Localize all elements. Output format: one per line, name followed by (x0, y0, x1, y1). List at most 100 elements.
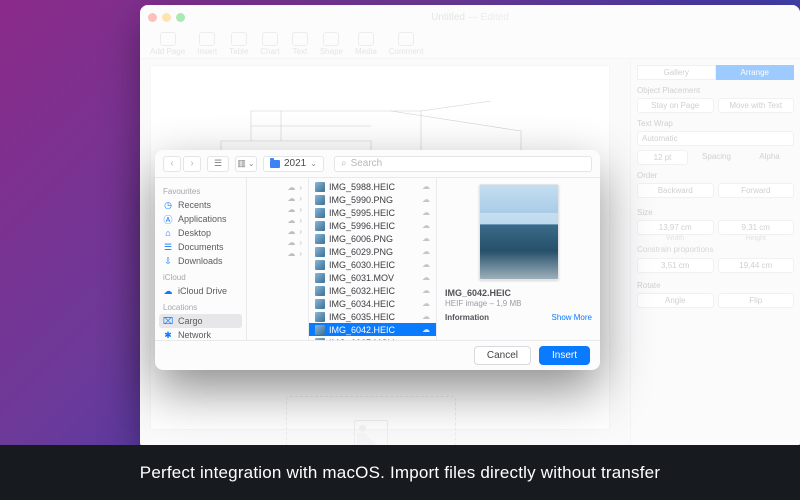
move-with-text-button[interactable]: Move with Text (718, 98, 795, 113)
backward-button[interactable]: Backward (637, 183, 714, 198)
cancel-button[interactable]: Cancel (474, 346, 531, 365)
toolbar-table[interactable]: Table (229, 32, 248, 56)
folder-popup[interactable]: 2021 ⌄ (263, 156, 324, 172)
sidebar-item-network[interactable]: ✱Network (155, 328, 246, 340)
sidebar-item-documents[interactable]: ☰Documents (155, 240, 246, 254)
chevron-right-icon: › (299, 183, 302, 192)
parent-folder-row[interactable]: ☁› (251, 215, 304, 226)
toolbar-shape[interactable]: Shape (320, 32, 343, 56)
cloud-icon: ☁ (422, 260, 430, 269)
width-field[interactable]: 13,97 cm (637, 220, 714, 235)
file-row[interactable]: IMG_6032.HEIC☁ (309, 284, 436, 297)
toolbar-comment[interactable]: Comment (389, 32, 424, 56)
file-row[interactable]: IMG_6030.HEIC☁ (309, 258, 436, 271)
sidebar-item-desktop[interactable]: ⌂Desktop (155, 226, 246, 240)
pos-x-field[interactable]: 3,51 cm (637, 258, 714, 273)
preview-filename: IMG_6042.HEIC (445, 288, 592, 298)
group-button[interactable]: ▥⌄ (235, 156, 257, 172)
image-dropzone[interactable]: Drag images here. (286, 396, 456, 450)
dialog-toolbar: ‹ › ☰ ▥⌄ 2021 ⌄ ⌕ Search (155, 150, 600, 178)
file-row[interactable]: IMG_6031.MOV☁ (309, 271, 436, 284)
pos-y-field[interactable]: 19,44 cm (718, 258, 795, 273)
sidebar: Favourites◷RecentsⒶApplications⌂Desktop☰… (155, 178, 247, 340)
file-name: IMG_6042.HEIC (329, 325, 395, 335)
forward-button[interactable]: › (183, 156, 201, 172)
cloud-icon: ☁ (287, 205, 295, 214)
parent-folder-row[interactable]: ☁› (251, 248, 304, 259)
zoom-icon[interactable] (176, 13, 185, 22)
cloud-icon: ☁ (422, 234, 430, 243)
parent-folder-row[interactable]: ☁› (251, 204, 304, 215)
tab-arrange[interactable]: Arrange (716, 65, 795, 80)
chevron-right-icon: › (299, 238, 302, 247)
cloud-icon: ☁ (287, 183, 295, 192)
app-icon: Ⓐ (163, 214, 173, 224)
doc-icon: ☰ (163, 242, 173, 252)
parent-folder-row[interactable]: ☁› (251, 226, 304, 237)
file-list[interactable]: IMG_5988.HEIC☁IMG_5990.PNG☁IMG_5995.HEIC… (309, 178, 437, 340)
preview-thumbnail (479, 184, 559, 280)
toolbar-media[interactable]: Media (355, 32, 377, 56)
file-thumb-icon (315, 247, 325, 257)
file-row[interactable]: IMG_5995.HEIC☁ (309, 206, 436, 219)
toolbar-chart[interactable]: Chart (260, 32, 280, 56)
file-name: IMG_6029.PNG (329, 247, 393, 257)
column-view-button[interactable]: ☰ (207, 156, 229, 172)
file-thumb-icon (315, 325, 325, 335)
angle-field[interactable]: Angle (637, 293, 714, 308)
file-thumb-icon (315, 221, 325, 231)
file-row[interactable]: IMG_6029.PNG ☁ (309, 245, 436, 258)
constrain-checkbox[interactable]: Constrain proportions (637, 245, 794, 254)
sidebar-item-cargo[interactable]: ⌧Cargo (159, 314, 242, 328)
toolbar-text[interactable]: Text (292, 32, 308, 56)
file-thumb-icon (315, 286, 325, 296)
chevron-right-icon: › (299, 216, 302, 225)
search-input[interactable]: ⌕ Search (334, 156, 592, 172)
file-name: IMG_5990.PNG (329, 195, 393, 205)
cloud-icon: ☁ (422, 247, 430, 256)
cloud-icon: ☁ (287, 216, 295, 225)
insert-button[interactable]: Insert (539, 346, 590, 365)
file-row[interactable]: IMG_6034.HEIC☁ (309, 297, 436, 310)
stay-on-page-button[interactable]: Stay on Page (637, 98, 714, 113)
minimize-icon[interactable] (162, 13, 171, 22)
file-name: IMG_5988.HEIC (329, 182, 395, 192)
tab-gallery[interactable]: Gallery (637, 65, 716, 80)
column-1[interactable]: ☁›☁›☁›☁›☁›☁›☁› (247, 178, 309, 340)
toolbar-add-page[interactable]: Add Page (150, 32, 185, 56)
clock-icon: ◷ (163, 200, 173, 210)
window-title: Untitled (431, 12, 465, 23)
parent-folder-row[interactable]: ☁› (251, 237, 304, 248)
toolbar-insert[interactable]: Insert (197, 32, 217, 56)
chevron-right-icon: › (299, 205, 302, 214)
cloud-icon: ☁ (422, 182, 430, 191)
pt-stepper[interactable]: 12 pt (637, 150, 688, 165)
desktop-icon: ⌂ (163, 228, 173, 238)
file-row[interactable]: IMG_5990.PNG☁ (309, 193, 436, 206)
back-button[interactable]: ‹ (163, 156, 181, 172)
folder-icon (270, 160, 280, 168)
file-row[interactable]: IMG_6042.HEIC☁ (309, 323, 436, 336)
text-wrap-select[interactable]: Automatic (637, 131, 794, 146)
file-row[interactable]: IMG_6035.HEIC☁ (309, 310, 436, 323)
file-row[interactable]: IMG_6006.PNG ☁ (309, 232, 436, 245)
file-name: IMG_6006.PNG (329, 234, 393, 244)
file-row[interactable]: IMG_5996.HEIC☁ (309, 219, 436, 232)
show-more-link[interactable]: Show More (552, 313, 592, 322)
file-thumb-icon (315, 299, 325, 309)
parent-folder-row[interactable]: ☁› (251, 182, 304, 193)
height-field[interactable]: 9,31 cm (718, 220, 795, 235)
forward-button[interactable]: Forward (718, 183, 795, 198)
chevron-down-icon: ⌄ (310, 159, 317, 168)
marketing-caption: Perfect integration with macOS. Import f… (0, 445, 800, 500)
sidebar-item-recents[interactable]: ◷Recents (155, 198, 246, 212)
close-icon[interactable] (148, 13, 157, 22)
file-row[interactable]: IMG_5988.HEIC ☁ (309, 180, 436, 193)
flip-button[interactable]: Flip (718, 293, 795, 308)
sidebar-item-icloud-drive[interactable]: ☁iCloud Drive (155, 284, 246, 298)
sidebar-item-applications[interactable]: ⒶApplications (155, 212, 246, 226)
parent-folder-row[interactable]: ☁› (251, 193, 304, 204)
sidebar-item-downloads[interactable]: ⇩Downloads (155, 254, 246, 268)
preview-kind: HEIF image – 1,9 MB (445, 299, 592, 308)
cloud-icon: ☁ (287, 238, 295, 247)
